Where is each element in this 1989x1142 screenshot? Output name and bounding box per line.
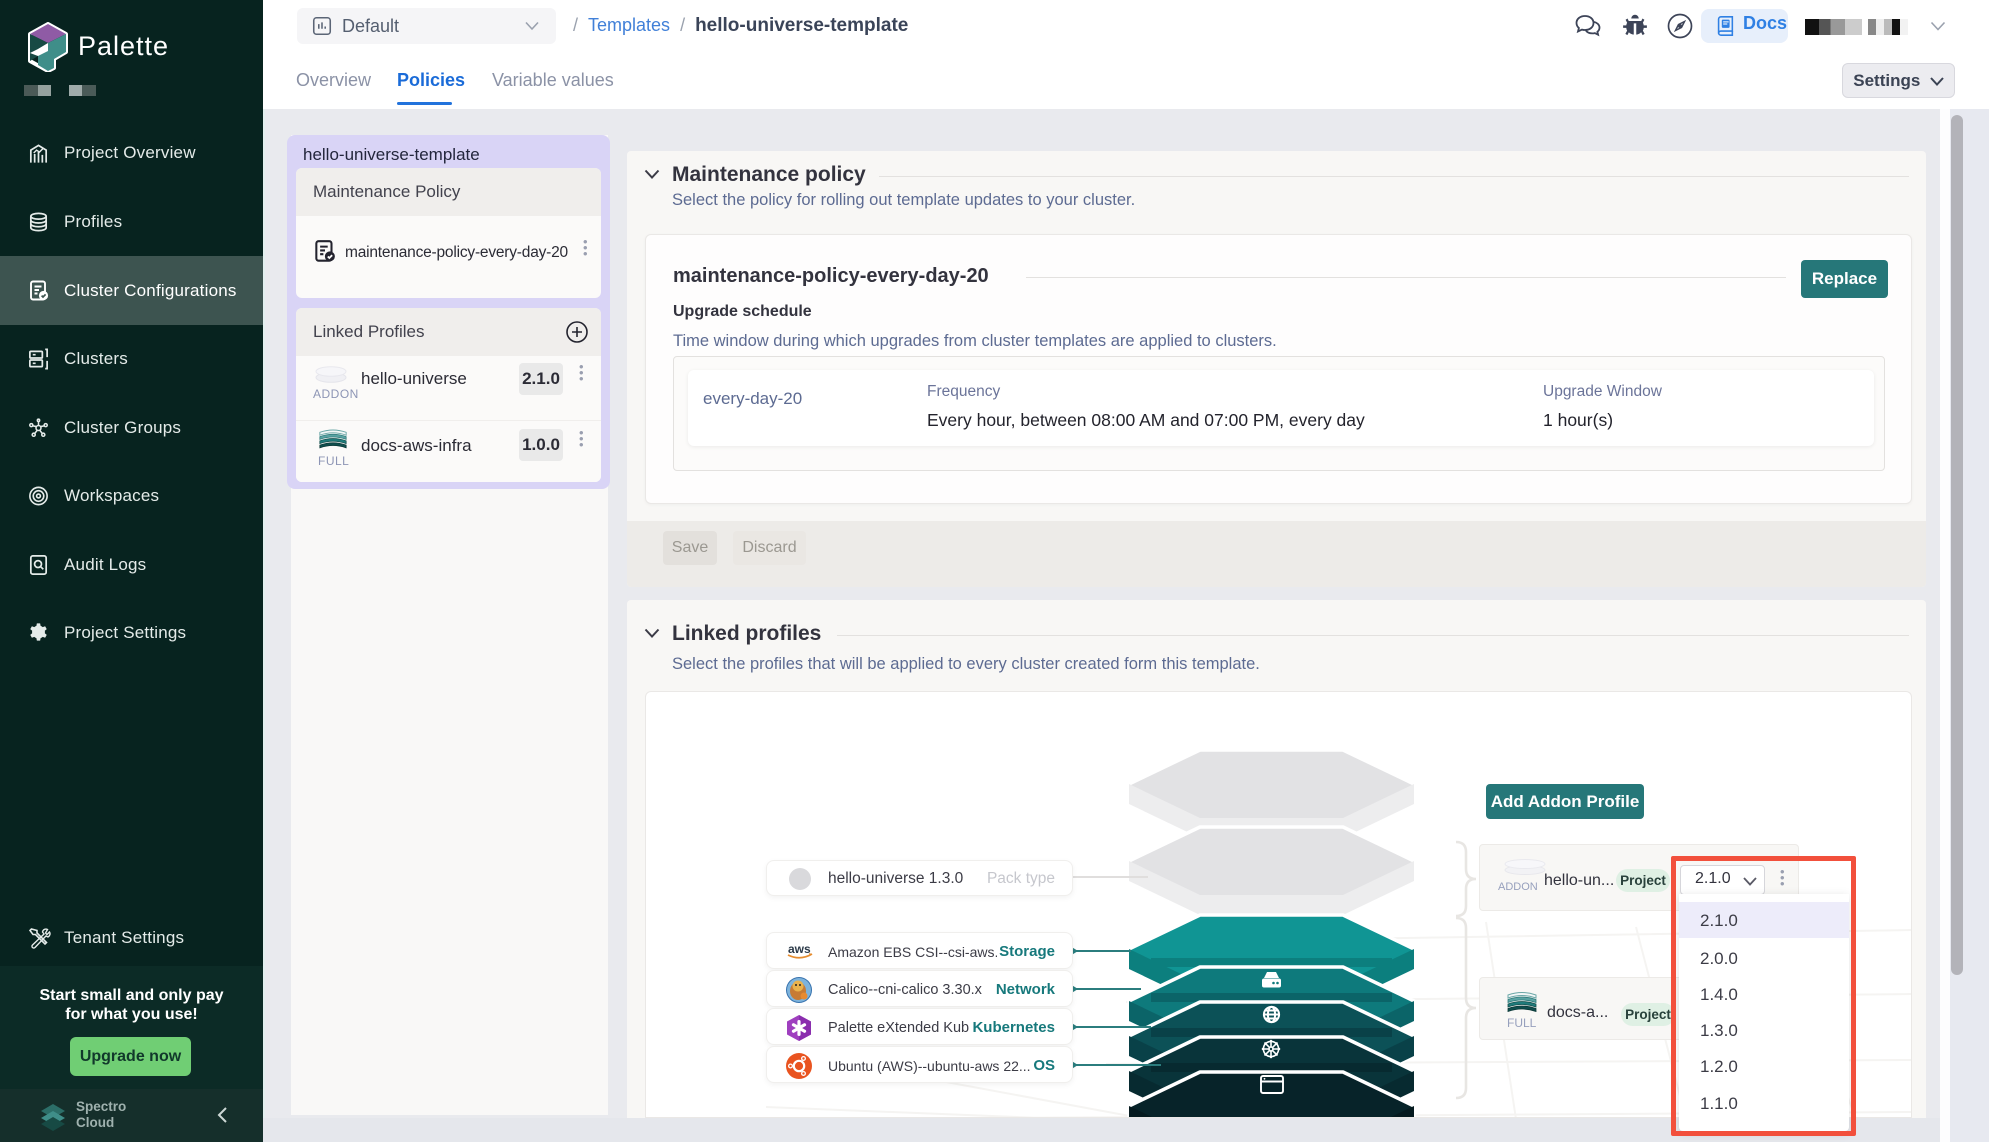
svg-text:aws: aws (788, 942, 811, 956)
